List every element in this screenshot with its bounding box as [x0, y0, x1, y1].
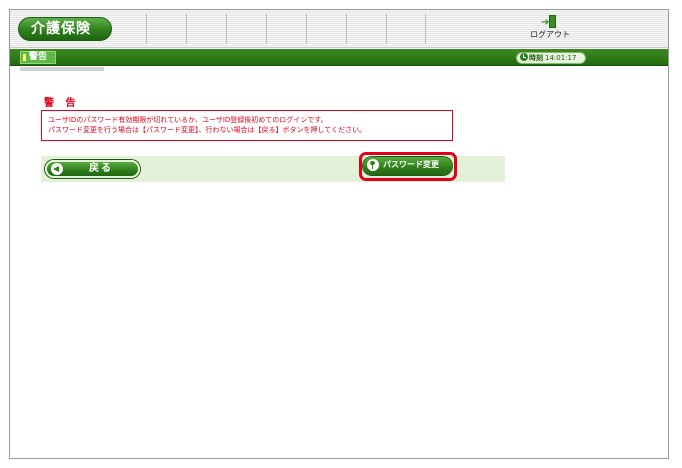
warning-message-box: ユーザIDのパスワード有効期限が切れているか、ユーザID登録後初めてのログインで…	[41, 110, 453, 141]
header-menu-slot	[306, 14, 346, 44]
warning-title: 警 告	[44, 98, 80, 109]
warning-message-line: ユーザIDのパスワード有効期限が切れているか、ユーザID登録後初めてのログインで…	[48, 116, 328, 124]
warning-message-line: パスワード変更を行う場合は【パスワード変更】、行わない場合は【戻る】ボタンを押し…	[48, 126, 367, 134]
header: 介護保険 ➔ ログアウト	[10, 10, 668, 48]
header-menu-slot	[346, 14, 386, 44]
app-window: 介護保険 ➔ ログアウト 警告 時刻 14:01:17 警 告 ユーザIDのパスワ…	[9, 9, 669, 459]
logout-label: ログアウト	[530, 30, 570, 39]
logout-icon: ➔	[541, 15, 559, 29]
back-button[interactable]: 戻る	[45, 160, 140, 178]
header-menu-slot	[186, 14, 226, 44]
tab-shadow	[20, 67, 104, 71]
page-tab: 警告	[20, 51, 56, 64]
header-menu-slot	[226, 14, 266, 44]
header-menu-slots	[146, 14, 426, 44]
header-menu-slot	[266, 14, 306, 44]
title-bar: 警告 時刻 14:01:17	[10, 49, 668, 66]
clock-badge: 時刻 14:01:17	[516, 52, 586, 64]
action-area: 戻る パスワード変更	[41, 152, 505, 182]
password-change-button[interactable]: パスワード変更	[363, 157, 452, 175]
logout-button[interactable]: ➔ ログアウト	[530, 14, 570, 44]
clock-time: 14:01:17	[545, 54, 577, 62]
app-title: 介護保険	[18, 17, 112, 41]
back-arrow-icon	[51, 163, 63, 175]
clock-icon	[520, 53, 528, 61]
header-menu-slot	[146, 14, 186, 44]
clock-label: 時刻	[529, 54, 543, 62]
key-icon	[367, 159, 379, 171]
header-menu-slot	[386, 14, 426, 44]
password-change-label: パスワード変更	[383, 160, 439, 169]
back-button-label: 戻る	[89, 163, 113, 174]
